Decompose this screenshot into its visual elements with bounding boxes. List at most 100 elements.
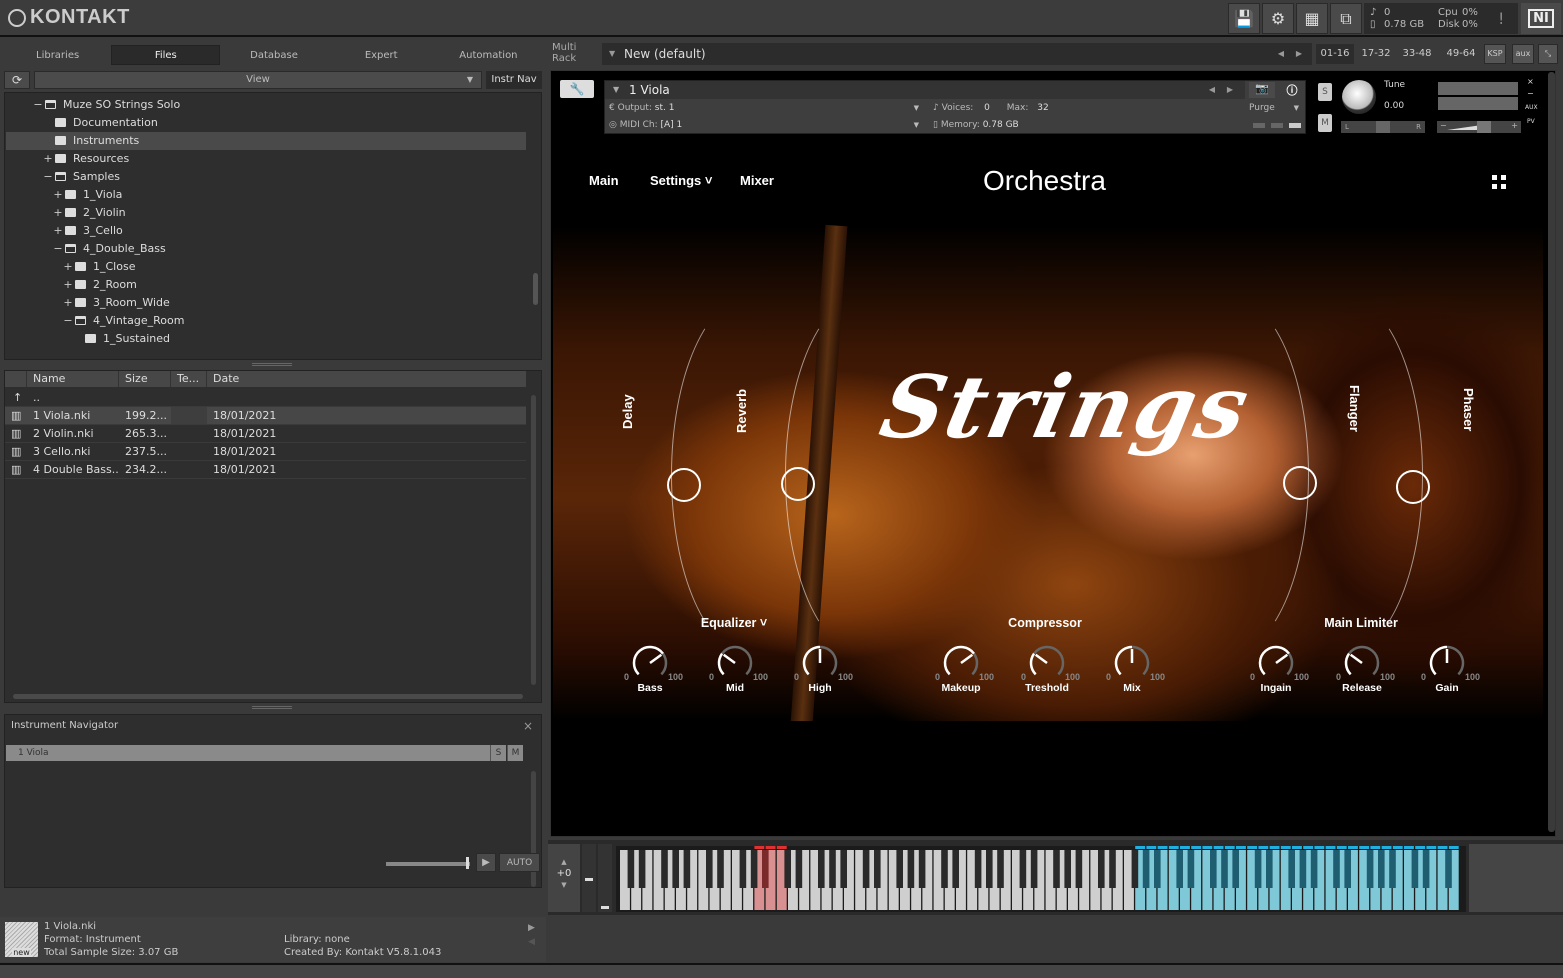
aux-sends-button[interactable]: AUX (1525, 104, 1538, 111)
page-33-48[interactable]: 33-48 (1398, 44, 1436, 64)
navigator-item[interactable]: 1 Viola (6, 745, 490, 761)
file-row[interactable]: ▥ 2 Violin.nki 265.3... 18/01/2021 (5, 425, 526, 443)
octave-up-icon[interactable]: ▲ (548, 858, 580, 866)
save-button[interactable]: 💾 (1228, 3, 1260, 34)
black-key[interactable] (941, 850, 948, 888)
reverb-amount-handle[interactable] (781, 467, 815, 501)
expand-icon[interactable]: + (53, 186, 63, 204)
black-key[interactable] (795, 850, 803, 888)
black-key[interactable] (1098, 850, 1105, 888)
tree-item[interactable]: +3_Room_Wide (6, 294, 526, 312)
layout-button[interactable]: ▦ (1296, 3, 1328, 34)
column-te[interactable]: Te... (171, 371, 207, 387)
instr-nav-button[interactable]: Instr Nav (486, 71, 542, 89)
pv-button[interactable]: PV (1527, 118, 1535, 125)
midi-channel-selector[interactable]: ◎ MIDI Ch: [A] 1 ▼ (609, 117, 925, 133)
makeup-knob[interactable] (941, 643, 981, 683)
black-key[interactable] (907, 850, 915, 888)
mute-button[interactable]: M (1318, 114, 1332, 132)
collapse-rack-button[interactable]: ⤡ (1538, 44, 1558, 64)
high-knob[interactable] (800, 643, 840, 683)
expand-icon[interactable]: + (53, 204, 63, 222)
black-key[interactable] (1019, 850, 1027, 888)
tree-item[interactable]: +1_Viola (6, 186, 526, 204)
file-list-vertical-scrollbar[interactable] (531, 395, 536, 685)
mid-knob[interactable] (715, 643, 755, 683)
column-date[interactable]: Date (207, 371, 526, 387)
file-row[interactable]: ▥ 3 Cello.nki 237.5... 18/01/2021 (5, 443, 526, 461)
minimize-instrument-button[interactable]: − (1527, 89, 1534, 98)
black-key[interactable] (1030, 850, 1038, 888)
black-key[interactable] (1210, 850, 1217, 888)
max-voices-value[interactable]: 32 (1037, 103, 1048, 113)
release-knob[interactable] (1342, 643, 1382, 683)
tree-item[interactable]: Documentation (6, 114, 526, 132)
instrument-name-bar[interactable]: ▼ 1 Viola ◀ ▶ (605, 81, 1245, 99)
tree-item[interactable]: − 4_Double_Bass (6, 240, 526, 258)
tab-libraries[interactable]: Libraries (4, 43, 111, 67)
black-key[interactable] (1109, 850, 1116, 888)
instrument-edit-button[interactable]: 🔧 (560, 80, 594, 98)
ingain-knob[interactable] (1256, 643, 1296, 683)
black-key[interactable] (750, 850, 758, 888)
tree-item[interactable]: − Samples (6, 168, 526, 186)
auto-preview-button[interactable]: AUTO (499, 853, 540, 872)
nav-settings[interactable]: Settings ˅ (650, 173, 713, 188)
parent-folder-row[interactable]: ↑ .. (5, 389, 526, 407)
pitch-wheel-handle[interactable] (585, 878, 593, 881)
black-key[interactable] (1075, 850, 1083, 888)
black-key[interactable] (784, 850, 791, 888)
black-key[interactable] (661, 850, 668, 888)
alert-icon[interactable]: ! (1498, 9, 1504, 28)
black-key[interactable] (672, 850, 679, 888)
section-title[interactable]: Equalizer ˅ (664, 616, 804, 630)
tree-item[interactable]: +1_Close (6, 258, 526, 276)
black-key[interactable] (840, 850, 847, 888)
collapse-icon[interactable]: − (33, 96, 43, 114)
expand-icon[interactable]: + (53, 222, 63, 240)
black-key[interactable] (874, 850, 881, 888)
ni-logo-button[interactable]: NI (1521, 3, 1561, 34)
black-key[interactable] (1299, 850, 1307, 888)
next-instrument-icon[interactable]: ▶ (1227, 81, 1233, 99)
info-button[interactable]: ⓘ (1281, 82, 1303, 98)
expand-icon[interactable]: + (63, 276, 73, 294)
black-key[interactable] (683, 850, 691, 888)
black-key[interactable] (1221, 850, 1228, 888)
splitter-handle[interactable] (252, 363, 292, 366)
black-key[interactable] (862, 850, 870, 888)
file-row[interactable]: ▥ 4 Double Bass.... 234.2... 18/01/2021 (5, 461, 526, 479)
expand-icon[interactable]: + (43, 150, 53, 168)
black-key[interactable] (638, 850, 646, 888)
phaser-amount-handle[interactable] (1396, 470, 1430, 504)
collapse-icon[interactable]: − (63, 312, 73, 330)
black-key[interactable] (1232, 850, 1239, 888)
nav-mixer[interactable]: Mixer (740, 173, 774, 188)
tab-automation[interactable]: Automation (435, 43, 542, 67)
black-key[interactable] (1266, 850, 1273, 888)
navigator-mute-button[interactable]: M (507, 745, 523, 761)
tune-knob[interactable] (1342, 80, 1376, 114)
black-key[interactable] (717, 850, 724, 888)
page-17-32[interactable]: 17-32 (1357, 44, 1395, 64)
mix-knob[interactable] (1112, 643, 1152, 683)
black-key[interactable] (1254, 850, 1262, 888)
tree-item[interactable]: − Muze SO Strings Solo (6, 96, 526, 114)
bass-knob[interactable] (630, 643, 670, 683)
black-key[interactable] (1366, 850, 1374, 888)
expand-icon[interactable]: + (63, 294, 73, 312)
expand-icon[interactable]: + (63, 258, 73, 276)
tree-item[interactable]: + Resources (6, 150, 526, 168)
page-01-16[interactable]: 01-16 (1316, 44, 1354, 64)
file-row[interactable]: ▥ 1 Viola.nki 199.2... 18/01/2021 (5, 407, 526, 425)
delay-amount-handle[interactable] (667, 468, 701, 502)
black-key[interactable] (1310, 850, 1318, 888)
black-key[interactable] (1333, 850, 1340, 888)
column-size[interactable]: Size (119, 371, 171, 387)
black-key[interactable] (1131, 850, 1139, 888)
column-name[interactable]: Name (27, 371, 119, 387)
collapse-icon[interactable]: − (43, 168, 53, 186)
nav-main[interactable]: Main (589, 173, 619, 188)
tab-database[interactable]: Database (220, 43, 327, 67)
black-key[interactable] (1445, 850, 1452, 888)
